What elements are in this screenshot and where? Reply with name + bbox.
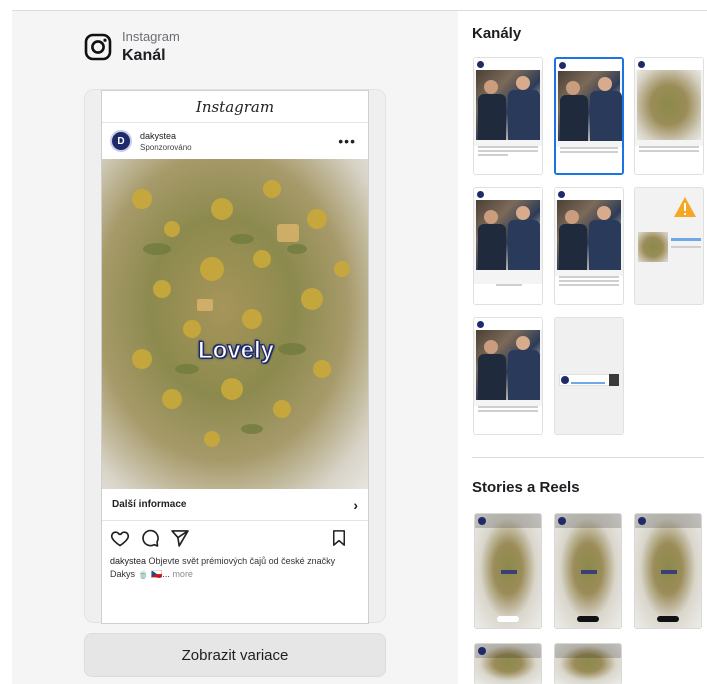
post-username[interactable]: dakystea — [140, 131, 192, 141]
cta-label: Další informace — [112, 499, 187, 510]
post-caption: dakystea Objevte svět prémiových čajů od… — [102, 555, 368, 581]
thumbnail-image — [476, 200, 540, 270]
caption-more-link[interactable]: more — [172, 569, 193, 579]
avatar — [478, 647, 486, 655]
instagram-wordmark: Instagram — [102, 91, 368, 123]
caption-username[interactable]: dakystea — [110, 556, 146, 566]
ad-preview-card: Instagram D dakystea Sponzorováno ••• Lo… — [84, 89, 386, 624]
cta-row[interactable]: Další informace › — [102, 489, 368, 521]
show-variations-button[interactable]: Zobrazit variace — [84, 633, 386, 677]
avatar — [561, 376, 569, 384]
post-user-info: dakystea Sponzorováno — [140, 131, 192, 152]
bookmark-icon[interactable] — [330, 529, 348, 547]
phone-preview: Instagram D dakystea Sponzorováno ••• Lo… — [101, 90, 369, 624]
overlay-text: Lovely — [197, 337, 275, 365]
avatar — [477, 60, 484, 68]
placements-panel: Kanály Stories a Reels — [458, 10, 707, 684]
channels-section-title: Kanály — [472, 25, 522, 42]
post-image: Lovely — [102, 159, 368, 489]
placement-thumbnail[interactable] — [473, 317, 543, 435]
avatar — [558, 190, 565, 198]
placement-thumbnail-selected[interactable] — [554, 57, 624, 175]
preview-panel: Instagram Kanál Instagram D dakystea Spo… — [12, 10, 458, 684]
channel-header: Instagram Kanál — [84, 29, 180, 65]
platform-name: Instagram — [122, 29, 180, 44]
placement-thumbnail[interactable] — [634, 57, 704, 175]
placement-thumbnail[interactable] — [554, 317, 624, 435]
placement-thumbnail[interactable] — [473, 57, 543, 175]
reel-thumbnail[interactable] — [474, 643, 542, 684]
avatar — [478, 517, 486, 525]
avatar — [477, 320, 484, 328]
avatar — [638, 517, 646, 525]
sponsored-label: Sponzorováno — [140, 142, 192, 152]
avatar — [558, 517, 566, 525]
story-thumbnail[interactable] — [554, 513, 622, 629]
placement-thumbnail[interactable] — [554, 187, 624, 305]
thumbnail-image — [637, 70, 701, 140]
page: Instagram Kanál Instagram D dakystea Spo… — [0, 0, 707, 684]
tea-image-texture — [132, 180, 350, 447]
more-horizontal-icon[interactable]: ••• — [338, 133, 356, 149]
channel-title: Kanál — [122, 47, 166, 64]
avatar — [638, 60, 645, 68]
section-divider — [472, 457, 704, 458]
story-thumbnail[interactable] — [474, 513, 542, 629]
thumbnail-image — [476, 70, 540, 140]
post-header: D dakystea Sponzorováno ••• — [102, 123, 368, 159]
placement-thumbnail-warning[interactable] — [634, 187, 704, 305]
thumbnail-image — [558, 71, 622, 141]
story-thumbnail[interactable] — [634, 513, 702, 629]
avatar — [559, 61, 566, 69]
post-actions — [102, 521, 368, 555]
heart-icon[interactable] — [110, 528, 130, 548]
instagram-icon — [84, 33, 112, 61]
chevron-right-icon: › — [353, 496, 358, 513]
thumbnail-image — [476, 330, 540, 400]
reel-thumbnail[interactable] — [554, 643, 622, 684]
comment-icon[interactable] — [140, 528, 160, 548]
avatar[interactable]: D — [110, 130, 132, 152]
avatar — [477, 190, 484, 198]
warning-icon — [674, 197, 696, 217]
placement-thumbnail[interactable] — [473, 187, 543, 305]
channel-labels: Instagram Kanál — [122, 29, 180, 65]
stories-section-title: Stories a Reels — [472, 479, 580, 496]
thumbnail-image — [638, 232, 668, 262]
send-icon[interactable] — [170, 528, 190, 548]
thumbnail-image — [557, 200, 621, 270]
